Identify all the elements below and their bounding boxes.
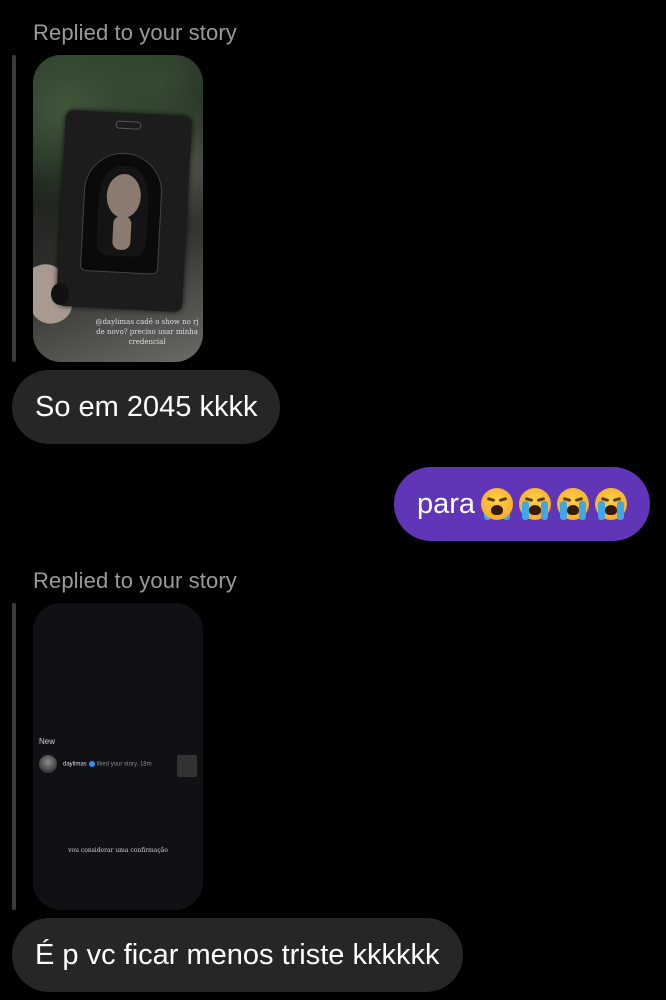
loudly-crying-face-icon (595, 488, 627, 520)
notification-text: daylimas liked your story. 18m (63, 761, 152, 768)
story-badge-image (55, 109, 193, 313)
sent-message-bubble[interactable]: para (393, 467, 650, 541)
reply-label: Replied to your story (33, 20, 237, 45)
received-message-bubble[interactable]: É p vc ficar menos triste kkkkkk (12, 918, 463, 992)
message-text: So em 2045 kkkk (35, 390, 258, 423)
loudly-crying-face-icon (481, 488, 513, 520)
reply-label: Replied to your story (33, 568, 237, 593)
avatar (39, 755, 57, 773)
loudly-crying-face-icon (557, 488, 589, 520)
verified-icon (88, 761, 95, 767)
reply-indicator-bar (12, 55, 16, 362)
loudly-crying-face-icon (519, 488, 551, 520)
story-thumbnail[interactable]: @daylimas cadê o show no rj de novo? pre… (33, 55, 203, 362)
story-thumbnail[interactable]: New daylimas liked your story. 18m vou co… (33, 603, 203, 910)
notification-thumbnail (177, 755, 197, 777)
story-text: vou considerar uma confirmação (68, 847, 168, 854)
message-text: para (416, 487, 475, 520)
message-text: É p vc ficar menos triste kkkkkk (35, 938, 440, 971)
notification-section-label: New (39, 737, 56, 746)
story-caption: @daylimas cadê o show no rj de novo? pre… (95, 318, 199, 346)
received-message-bubble[interactable]: So em 2045 kkkk (12, 370, 281, 444)
reply-indicator-bar (12, 603, 16, 910)
